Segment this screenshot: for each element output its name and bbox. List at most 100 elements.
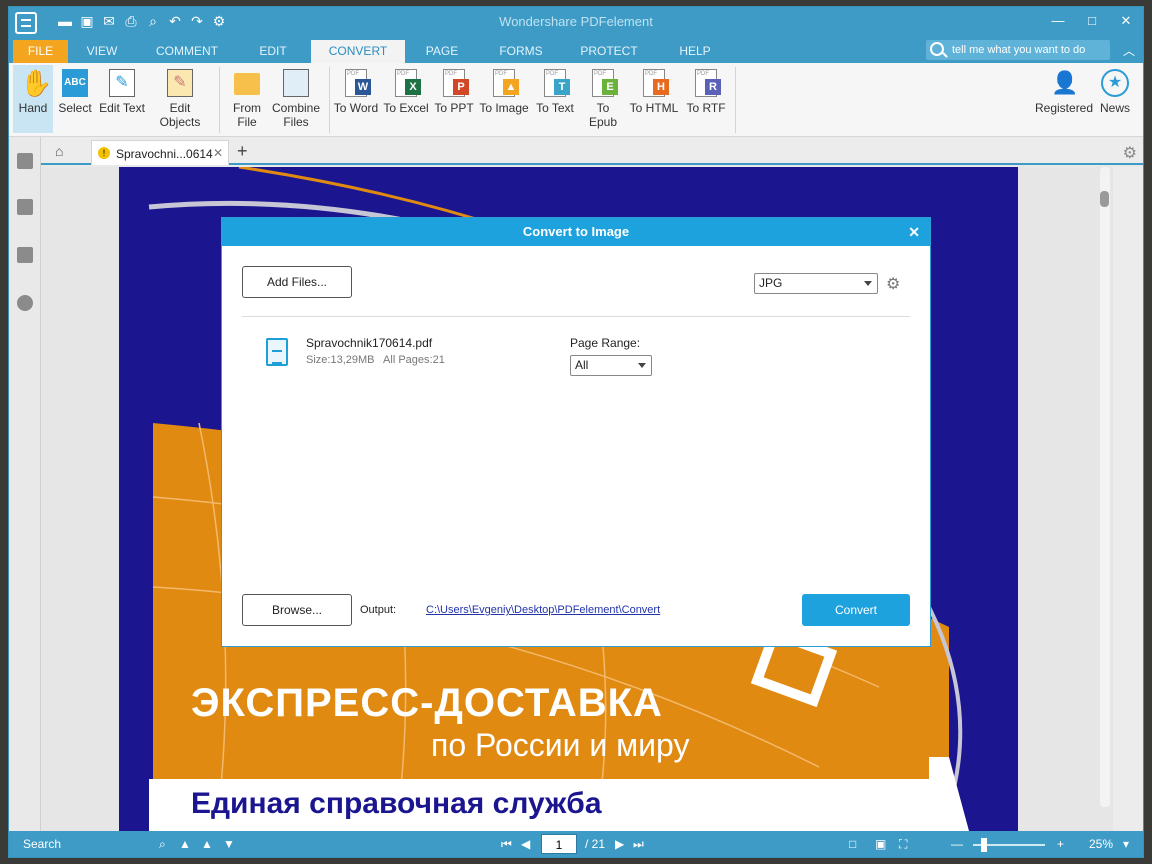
dialog-title: Convert to Image	[522, 224, 630, 239]
text-icon: T	[544, 69, 570, 97]
page-range-select[interactable]: All	[570, 355, 652, 376]
fit-width-icon[interactable]: ⛶	[899, 837, 907, 852]
document-tab-bar: ⌂ ! Spravochni...0614 ✕ + ⚙	[41, 137, 1143, 165]
image-icon: ▲	[493, 69, 519, 97]
output-label: Output:	[360, 604, 397, 616]
dropdown-arrow-icon	[638, 363, 646, 368]
zoom-slider-thumb[interactable]	[981, 838, 987, 852]
to-image-button[interactable]: ▲ To Image	[479, 65, 529, 133]
last-page-icon[interactable]: ⏭	[633, 837, 644, 852]
news-label: News	[1099, 101, 1130, 115]
find-up-icon[interactable]: ▲	[179, 837, 191, 851]
from-file-button[interactable]: From File	[223, 65, 271, 133]
scroll-thumb[interactable]	[1100, 191, 1109, 207]
next-page-icon[interactable]: ▶	[615, 837, 624, 851]
to-text-button[interactable]: T To Text	[533, 65, 577, 133]
zoom-slider[interactable]	[973, 838, 1045, 852]
edit-text-label: Edit Text	[99, 101, 145, 115]
title-bar: ▬ ▣ ✉ ⎙ ⌕ ↶ ↷ ⚙ Wondershare PDFelement —…	[9, 7, 1143, 37]
ribbon: ✋ Hand ABC Select ✎ Edit Text ✎ Edit Obj…	[9, 63, 1143, 137]
to-rtf-button[interactable]: R To RTF	[683, 65, 729, 133]
next-result-icon[interactable]: ▼	[223, 837, 235, 851]
to-ppt-button[interactable]: P To PPT	[433, 65, 475, 133]
edit-text-button[interactable]: ✎ Edit Text	[97, 65, 147, 133]
tab-help[interactable]: HELP	[665, 40, 725, 63]
search-input[interactable]: tell me what you want to do	[926, 40, 1110, 60]
page-range-value: All	[575, 358, 589, 372]
page-total: / 21	[585, 837, 606, 851]
combine-files-icon	[283, 69, 309, 97]
to-epub-label: To Epub	[588, 101, 618, 129]
scroll-track[interactable]	[1100, 167, 1110, 807]
tab-view[interactable]: VIEW	[71, 40, 133, 63]
vertical-scrollbar[interactable]	[1097, 167, 1113, 831]
page-number-input[interactable]: 1	[541, 834, 577, 854]
page-subheadline: по России и миру	[431, 727, 690, 763]
to-html-button[interactable]: H To HTML	[629, 65, 679, 133]
star-badge-icon: ★	[1101, 69, 1129, 97]
tab-file[interactable]: FILE	[13, 40, 68, 63]
first-page-icon[interactable]: ⏮	[501, 837, 512, 852]
search-panel-icon[interactable]	[17, 295, 33, 311]
app-window: ▬ ▣ ✉ ⎙ ⌕ ↶ ↷ ⚙ Wondershare PDFelement —…	[8, 6, 1144, 858]
tab-forms[interactable]: FORMS	[487, 40, 555, 63]
tab-comment[interactable]: COMMENT	[147, 40, 227, 63]
home-icon[interactable]: ⌂	[55, 143, 63, 159]
ppt-icon: P	[443, 69, 469, 97]
rtf-icon: R	[695, 69, 721, 97]
comment-icon[interactable]	[17, 247, 33, 263]
dropdown-arrow-icon	[864, 281, 872, 286]
to-word-button[interactable]: W To Word	[333, 65, 379, 133]
zoom-out-icon[interactable]: —	[951, 837, 963, 851]
close-icon[interactable]: ✕	[1109, 7, 1143, 35]
tab-edit[interactable]: EDIT	[241, 40, 305, 63]
file-pages: All Pages:21	[383, 354, 445, 366]
warning-icon: !	[98, 147, 110, 159]
to-excel-button[interactable]: X To Excel	[383, 65, 429, 133]
news-button[interactable]: ★ News	[1097, 65, 1133, 133]
single-page-icon[interactable]: □	[849, 837, 856, 851]
zoom-in-icon[interactable]: +	[1057, 837, 1064, 851]
output-path-link[interactable]: C:\Users\Evgeniy\Desktop\PDFelement\Conv…	[426, 604, 660, 616]
tab-protect[interactable]: PROTECT	[569, 40, 649, 63]
browse-button[interactable]: Browse...	[242, 594, 352, 626]
tab-page[interactable]: PAGE	[409, 40, 475, 63]
combine-files-button[interactable]: Combine Files	[271, 65, 321, 133]
ribbon-divider	[219, 67, 220, 133]
prev-page-icon[interactable]: ◀	[521, 837, 530, 851]
maximize-icon[interactable]: □	[1075, 7, 1109, 35]
to-word-label: To Word	[333, 101, 379, 115]
html-icon: H	[643, 69, 669, 97]
chevron-up-icon[interactable]: ︿	[1123, 42, 1135, 59]
registered-button[interactable]: 👤 Registered	[1035, 65, 1093, 133]
zoom-level[interactable]: 25%	[1089, 837, 1113, 851]
user-icon: 👤	[1051, 70, 1079, 95]
edit-objects-button[interactable]: ✎ Edit Objects	[149, 65, 211, 133]
select-label: Select	[58, 101, 92, 115]
to-epub-button[interactable]: E To Epub	[581, 65, 625, 133]
zoom-dropdown-icon[interactable]: ▾	[1123, 837, 1129, 851]
thumbnails-icon[interactable]	[17, 153, 33, 169]
add-files-button[interactable]: Add Files...	[242, 266, 352, 298]
fit-page-icon[interactable]: ▣	[875, 837, 886, 851]
format-select[interactable]: JPG	[754, 273, 878, 294]
minimize-icon[interactable]: —	[1041, 7, 1075, 35]
close-tab-icon[interactable]: ✕	[213, 146, 223, 160]
hand-tool-button[interactable]: ✋ Hand	[13, 65, 53, 133]
dialog-close-icon[interactable]: ✕	[908, 218, 920, 246]
word-icon: W	[345, 69, 371, 97]
document-tab[interactable]: ! Spravochni...0614 ✕	[91, 140, 229, 165]
prev-result-icon[interactable]: ▲	[201, 837, 213, 851]
folder-icon	[234, 73, 260, 95]
find-icon[interactable]: ⌕	[159, 837, 166, 852]
format-settings-gear-icon[interactable]: ⚙	[886, 274, 900, 294]
select-tool-button[interactable]: ABC Select	[55, 65, 95, 133]
bookmark-icon[interactable]	[17, 199, 33, 215]
new-tab-icon[interactable]: +	[237, 141, 248, 162]
status-search-label: Search	[23, 837, 62, 851]
convert-button[interactable]: Convert	[802, 594, 910, 626]
settings-gear-icon[interactable]: ⚙	[1123, 143, 1137, 163]
convert-to-image-dialog: Convert to Image ✕ Add Files... JPG ⚙ Sp…	[221, 217, 931, 647]
tab-convert[interactable]: CONVERT	[311, 40, 405, 63]
ribbon-divider	[329, 67, 330, 133]
